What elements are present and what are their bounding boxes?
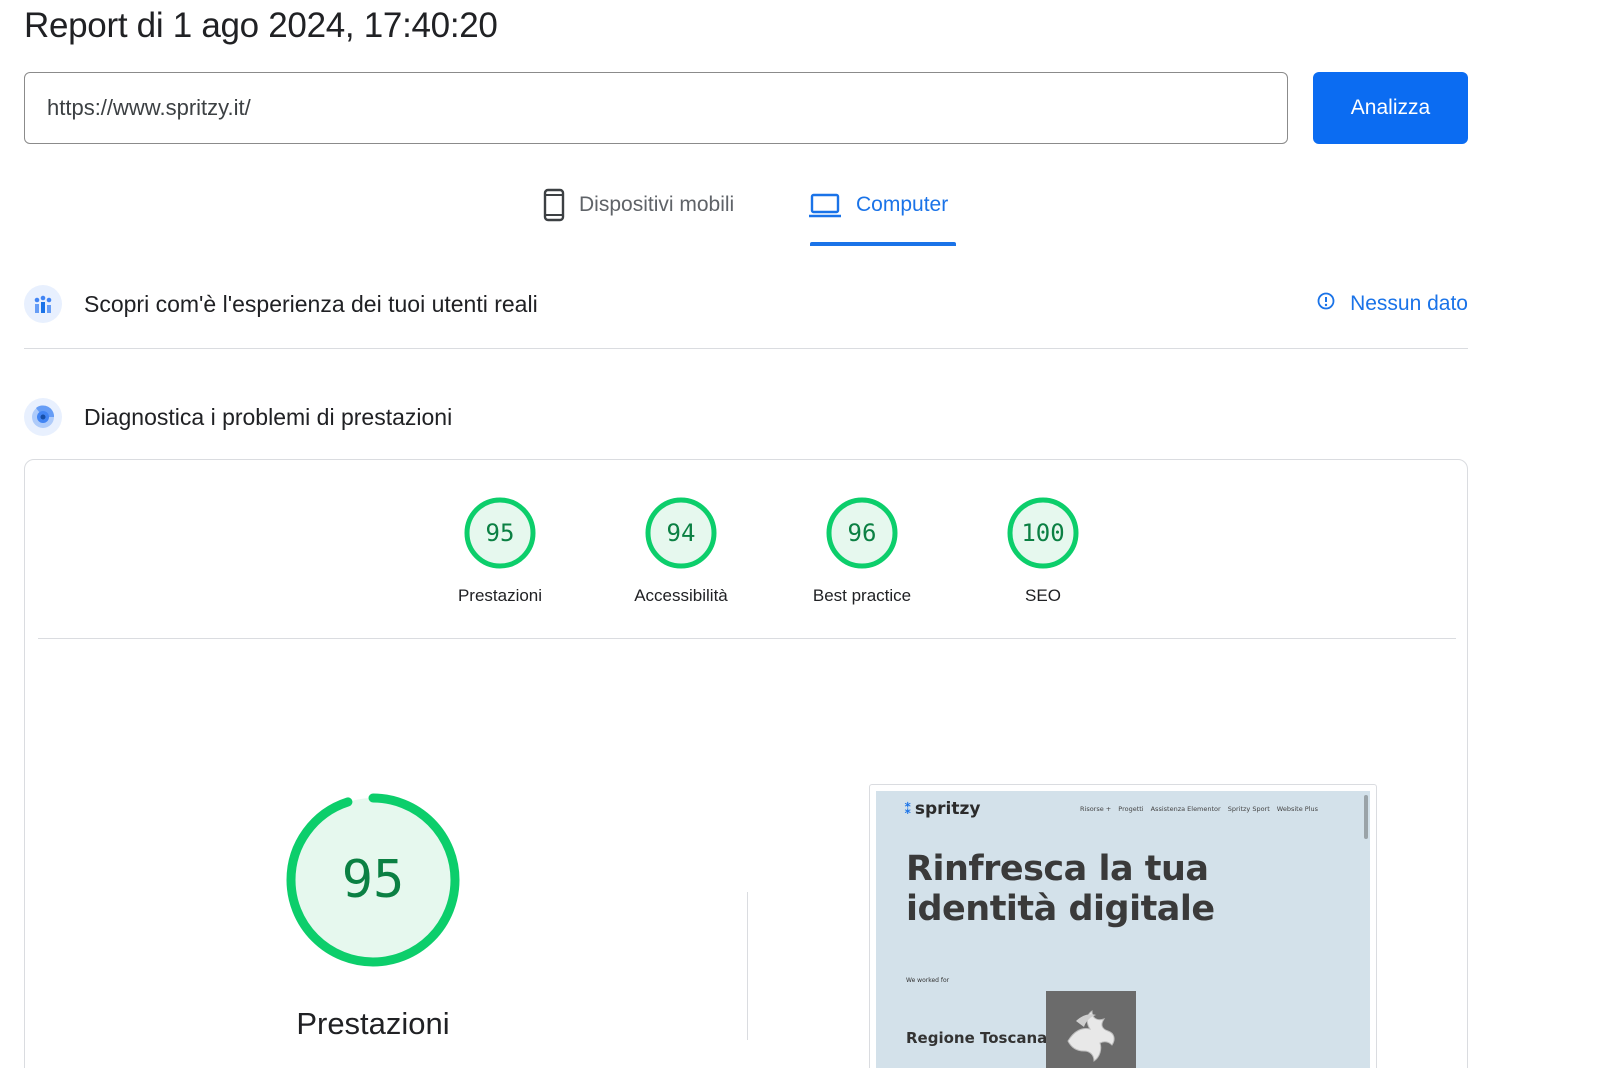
info-icon — [1316, 291, 1336, 317]
score-label: Prestazioni — [457, 586, 543, 605]
tab-mobile-label: Dispositivi mobili — [579, 193, 735, 216]
url-input[interactable] — [24, 72, 1288, 144]
screenshot-nav-item: Risorse + — [1080, 805, 1112, 813]
score-gauge-seo[interactable]: 100 SEO — [973, 496, 1113, 606]
device-tabs: Dispositivi mobili Computer — [0, 188, 1600, 248]
score-value: 95 — [485, 519, 515, 547]
score-label: Best practice — [812, 586, 912, 605]
lab-data-section: Diagnostica i problemi di prestazioni — [24, 397, 1468, 437]
score-gauge-performance[interactable]: 95 Prestazioni — [430, 496, 570, 606]
field-data-title: Scopri com'è l'esperienza dei tuoi utent… — [84, 290, 538, 317]
screenshot-worked-for: We worked for — [906, 977, 950, 984]
score-label: SEO — [1025, 586, 1061, 605]
field-data-section: Scopri com'è l'esperienza dei tuoi utent… — [24, 284, 1468, 324]
score-value: 94 — [666, 519, 696, 547]
page-screenshot-image: ⁑ spritzy Risorse + Progetti Assistenza … — [876, 791, 1370, 1068]
screenshot-scrollbar — [1364, 795, 1368, 839]
performance-gauge-large: 95 — [283, 790, 463, 970]
laptop-icon — [808, 188, 842, 222]
screenshot-headline-line: Rinfresca la tua — [906, 849, 1209, 889]
smartphone-icon — [543, 188, 565, 222]
tab-selected-indicator — [810, 242, 956, 246]
lab-data-title: Diagnostica i problemi di prestazioni — [84, 403, 453, 430]
screenshot-headline-line: identità digitale — [906, 889, 1215, 929]
screenshot-nav-item: Website Plus — [1276, 805, 1318, 813]
page-screenshot: ⁑ spritzy Risorse + Progetti Assistenza … — [869, 784, 1377, 1068]
score-label: Accessibilità — [634, 586, 728, 605]
screenshot-nav: Risorse + Progetti Assistenza Elementor … — [1080, 805, 1318, 813]
report-title: Report di 1 ago 2024, 17:40:20 — [24, 6, 498, 45]
pegasus-logo-icon — [1046, 991, 1136, 1068]
tab-desktop[interactable]: Computer — [808, 188, 948, 246]
spritzy-logo-text: spritzy — [914, 799, 981, 819]
score-gauge-accessibility[interactable]: 94 Accessibilità — [611, 496, 751, 606]
screenshot-headline: Rinfresca la tua identità digitale — [906, 849, 1326, 929]
section-divider — [24, 348, 1468, 349]
spritzy-logo-icon: ⁑ — [904, 800, 912, 818]
no-data-link[interactable]: Nessun dato — [1316, 284, 1468, 324]
performance-label-large: Prestazioni — [296, 1006, 450, 1041]
users-chart-icon — [24, 285, 62, 323]
analyze-button[interactable]: Analizza — [1313, 72, 1468, 144]
score-value: 100 — [1021, 519, 1065, 547]
score-gauge-best-practices[interactable]: 96 Best practice — [792, 496, 932, 606]
screenshot-nav-item: Progetti — [1118, 805, 1144, 813]
tab-desktop-label: Computer — [856, 193, 949, 216]
score-value: 96 — [847, 519, 877, 547]
performance-score-large: 95 — [341, 850, 405, 910]
scores-card: 95 Prestazioni 94 Accessibilità 96 Best … — [24, 459, 1468, 1068]
vertical-separator — [747, 892, 748, 1040]
radar-icon — [24, 398, 62, 436]
screenshot-nav-item: Assistenza Elementor — [1150, 805, 1221, 813]
screenshot-nav-item: Spritzy Sport — [1227, 805, 1270, 813]
tab-mobile[interactable]: Dispositivi mobili — [543, 188, 734, 246]
no-data-label: Nessun dato — [1350, 292, 1468, 315]
card-divider — [38, 638, 1456, 639]
screenshot-client-name: Regione Toscana — [906, 1029, 1048, 1047]
spritzy-logo: ⁑ spritzy — [904, 799, 980, 819]
